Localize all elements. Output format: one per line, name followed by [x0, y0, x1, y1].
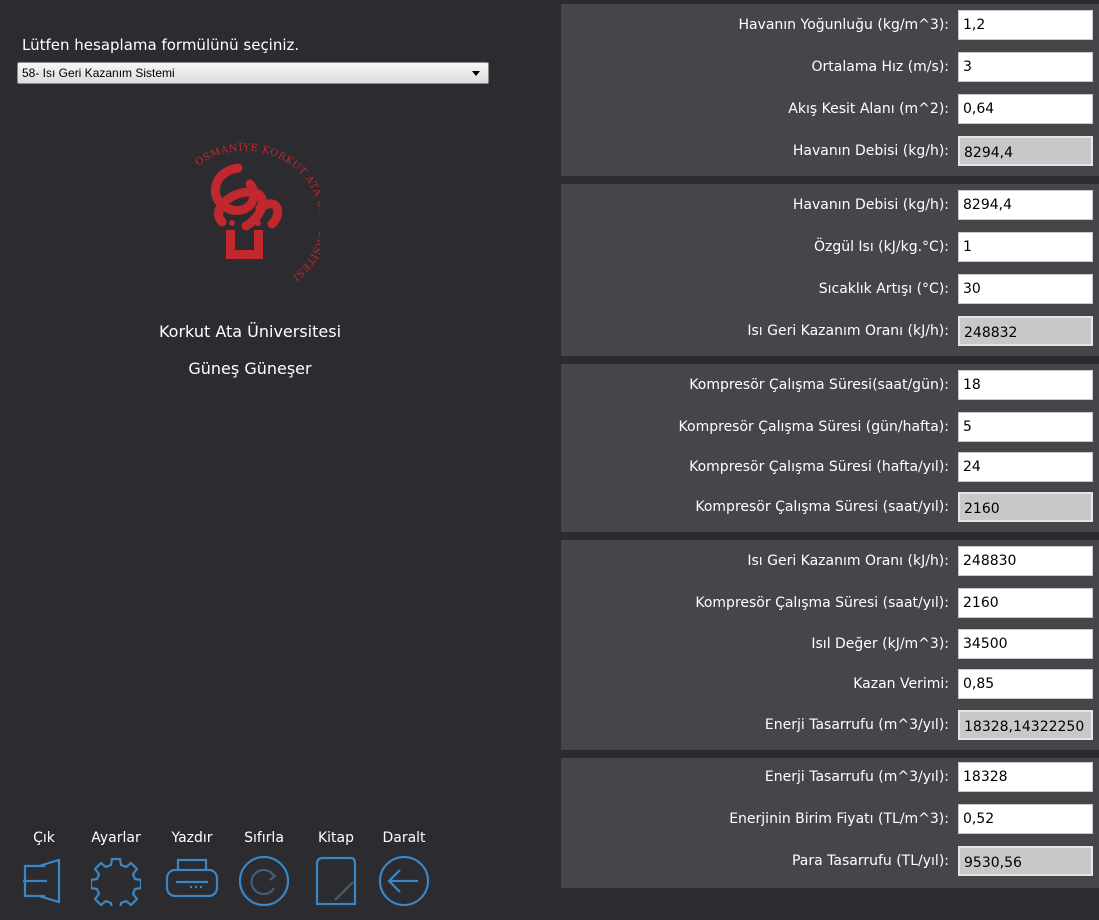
- boiler-efficiency-label: Kazan Verimi:: [853, 676, 949, 692]
- form-row: Kompresör Çalışma Süresi (hafta/yıl): 24: [561, 452, 1099, 482]
- form-row: Kazan Verimi: 0,85: [561, 669, 1099, 699]
- air-flow-input[interactable]: 8294,4: [958, 190, 1093, 220]
- form-row: Enerji Tasarrufu (m^3/yıl): 18328: [561, 762, 1099, 792]
- air-flow-label: Havanın Debisi (kg/h):: [792, 197, 949, 213]
- form-row: Sıcaklık Artışı (°C): 30: [561, 274, 1099, 304]
- air-flow-result-label: Havanın Debisi (kg/h):: [792, 143, 949, 159]
- calorific-value-label: Isıl Değer (kJ/m^3):: [811, 636, 949, 652]
- specific-heat-input[interactable]: 1: [958, 232, 1093, 262]
- exit-icon[interactable]: [21, 856, 67, 906]
- unit-price-input[interactable]: 0,52: [958, 804, 1093, 834]
- book-button[interactable]: Kitap: [306, 830, 366, 906]
- form-row: Ortalama Hız (m/s): 3: [561, 52, 1099, 82]
- form-row: Kompresör Çalışma Süresi (saat/yıl): 216…: [561, 588, 1099, 618]
- energy-saving-label: Enerji Tasarrufu (m^3/yıl):: [764, 769, 949, 785]
- print-button[interactable]: Yazdır: [162, 830, 222, 906]
- heat-recovery-result-label: Isı Geri Kazanım Oranı (kJ/h):: [747, 323, 949, 339]
- form-row: Isı Geri Kazanım Oranı (kJ/h): 248832: [561, 316, 1099, 346]
- form-row: Akış Kesit Alanı (m^2): 0,64: [561, 94, 1099, 124]
- form-row: Isıl Değer (kJ/m^3): 34500: [561, 629, 1099, 659]
- heat-recovery-rate-label: Isı Geri Kazanım Oranı (kJ/h):: [747, 553, 949, 569]
- arrow-left-icon[interactable]: [376, 856, 432, 906]
- flow-area-input[interactable]: 0,64: [958, 94, 1093, 124]
- formula-select[interactable]: 58- Isı Geri Kazanım Sistemi: [17, 62, 489, 84]
- print-label: Yazdır: [171, 830, 213, 846]
- weeks-per-year-input[interactable]: 24: [958, 452, 1093, 482]
- hours-per-day-input[interactable]: 18: [958, 370, 1093, 400]
- compressor-time-group: Kompresör Çalışma Süresi(saat/gün): 18 K…: [561, 364, 1099, 532]
- compressor-hours-label: Kompresör Çalışma Süresi (saat/yıl):: [695, 595, 949, 611]
- hours-per-year-result-label: Kompresör Çalışma Süresi (saat/yıl):: [695, 499, 949, 515]
- gear-icon[interactable]: [91, 856, 141, 906]
- energy-saving-group: Isı Geri Kazanım Oranı (kJ/h): 248830 Ko…: [561, 540, 1099, 750]
- form-row: Enerjinin Birim Fiyatı (TL/m^3): 0,52: [561, 804, 1099, 834]
- form-row: Kompresör Çalışma Süresi (gün/hafta): 5: [561, 412, 1099, 442]
- temp-rise-label: Sıcaklık Artışı (°C):: [818, 281, 949, 297]
- money-saving-result-label: Para Tasarrufu (TL/yıl):: [791, 853, 949, 869]
- form-row: Havanın Debisi (kg/h): 8294,4: [561, 190, 1099, 220]
- form-row: Isı Geri Kazanım Oranı (kJ/h): 248830: [561, 546, 1099, 576]
- heat-recovery-result-field: 248832: [958, 316, 1093, 346]
- calorific-value-input[interactable]: 34500: [958, 629, 1093, 659]
- flow-area-label: Akış Kesit Alanı (m^2):: [788, 101, 949, 117]
- avg-speed-label: Ortalama Hız (m/s):: [811, 59, 949, 75]
- form-row: Havanın Yoğunluğu (kg/m^3): 1,2: [561, 10, 1099, 40]
- hours-per-day-label: Kompresör Çalışma Süresi(saat/gün):: [689, 377, 949, 393]
- exit-label: Çık: [33, 830, 55, 846]
- university-logo: OSMANİYE KORKUT ATA ÜNİVERSİTESİ: [180, 126, 328, 296]
- author-name: Güneş Güneşer: [188, 359, 312, 378]
- unit-price-label: Enerjinin Birim Fiyatı (TL/m^3):: [729, 811, 949, 827]
- heat-recovery-group: Havanın Debisi (kg/h): 8294,4 Özgül Isı …: [561, 184, 1099, 356]
- exit-button[interactable]: Çık: [14, 830, 74, 906]
- form-row: Kompresör Çalışma Süresi (saat/yıl): 216…: [561, 492, 1099, 522]
- money-saving-result-field: 9530,56: [958, 846, 1093, 876]
- printer-icon[interactable]: [164, 856, 220, 906]
- weeks-per-year-label: Kompresör Çalışma Süresi (hafta/yıl):: [689, 459, 949, 475]
- left-pane: Lütfen hesaplama formülünü seçiniz. 58- …: [0, 0, 555, 920]
- chevron-down-icon[interactable]: [472, 71, 480, 76]
- form-row: Enerji Tasarrufu (m^3/yıl): 18328,143222…: [561, 710, 1099, 740]
- temp-rise-input[interactable]: 30: [958, 274, 1093, 304]
- reset-label: Sıfırla: [244, 830, 284, 846]
- form-row: Kompresör Çalışma Süresi(saat/gün): 18: [561, 370, 1099, 400]
- money-saving-group: Enerji Tasarrufu (m^3/yıl): 18328 Enerji…: [561, 758, 1099, 888]
- days-per-week-label: Kompresör Çalışma Süresi (gün/hafta):: [678, 419, 949, 435]
- avg-speed-input[interactable]: 3: [958, 52, 1093, 82]
- reset-button[interactable]: Sıfırla: [234, 830, 294, 906]
- days-per-week-input[interactable]: 5: [958, 412, 1093, 442]
- settings-button[interactable]: Ayarlar: [86, 830, 146, 906]
- formula-select-value: 58- Isı Geri Kazanım Sistemi: [22, 66, 175, 80]
- form-row: Para Tasarrufu (TL/yıl): 9530,56: [561, 846, 1099, 876]
- book-label: Kitap: [317, 830, 355, 846]
- energy-saving-result-label: Enerji Tasarrufu (m^3/yıl):: [764, 717, 949, 733]
- collapse-button[interactable]: Daralt: [374, 830, 434, 906]
- settings-label: Ayarlar: [91, 830, 141, 846]
- hours-per-year-result-field: 2160: [958, 492, 1093, 522]
- refresh-icon[interactable]: [236, 856, 292, 906]
- form-row: Özgül Isı (kJ/kg.°C): 1: [561, 232, 1099, 262]
- formula-prompt: Lütfen hesaplama formülünü seçiniz.: [22, 36, 300, 54]
- air-flow-group: Havanın Yoğunluğu (kg/m^3): 1,2 Ortalama…: [561, 4, 1099, 176]
- specific-heat-label: Özgül Isı (kJ/kg.°C):: [813, 239, 949, 255]
- energy-saving-input[interactable]: 18328: [958, 762, 1093, 792]
- book-icon[interactable]: [313, 856, 359, 906]
- air-density-label: Havanın Yoğunluğu (kg/m^3):: [738, 17, 949, 33]
- collapse-label: Daralt: [382, 830, 426, 846]
- heat-recovery-rate-input[interactable]: 248830: [958, 546, 1093, 576]
- form-row: Havanın Debisi (kg/h): 8294,4: [561, 136, 1099, 166]
- air-flow-result-field: 8294,4: [958, 136, 1093, 166]
- boiler-efficiency-input[interactable]: 0,85: [958, 669, 1093, 699]
- university-name: Korkut Ata Üniversitesi: [158, 322, 342, 341]
- compressor-hours-input[interactable]: 2160: [958, 588, 1093, 618]
- energy-saving-result-field: 18328,14322250: [958, 710, 1093, 740]
- air-density-input[interactable]: 1,2: [958, 10, 1093, 40]
